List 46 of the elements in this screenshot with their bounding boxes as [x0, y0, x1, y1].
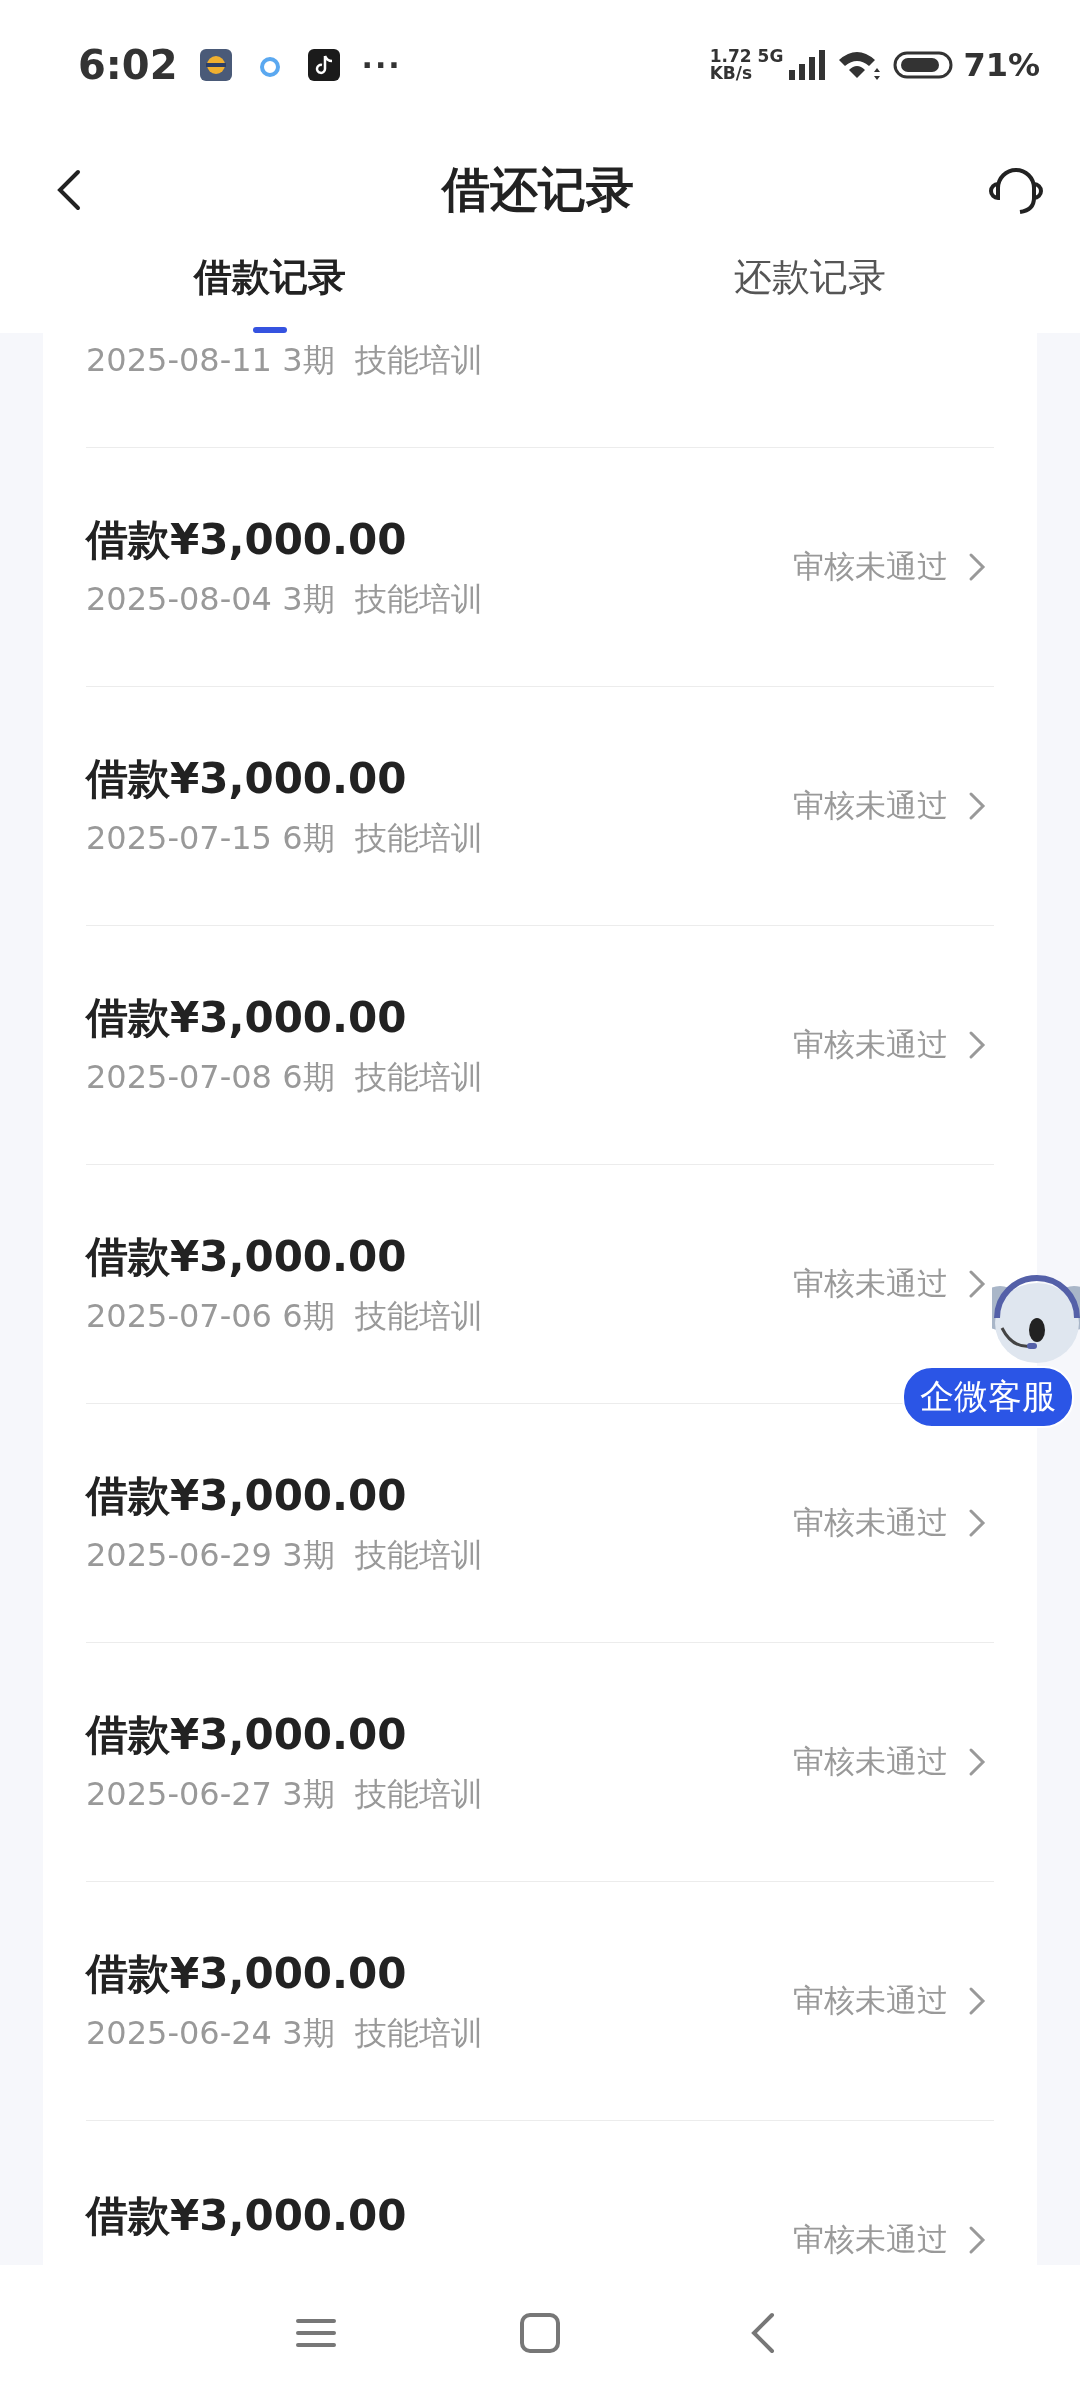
network-type: 5G: [757, 48, 784, 65]
battery-percentage: 71%: [963, 46, 1040, 84]
home-icon[interactable]: [518, 2310, 562, 2355]
chevron-right-icon[interactable]: [968, 552, 986, 582]
review-status: 审核未通过: [793, 1742, 948, 1781]
loan-details: 2025-06-24 3期 技能培训: [86, 2013, 483, 2054]
tab[interactable]: 借款记录: [0, 250, 540, 333]
review-status: 审核未通过: [793, 1264, 948, 1303]
page-title: 借还记录: [442, 160, 634, 219]
more-notifications: ···: [361, 47, 402, 83]
network-speed: 1.72: [709, 48, 752, 65]
chevron-right-icon[interactable]: [968, 791, 986, 821]
chevron-right-icon[interactable]: [968, 1030, 986, 1060]
loan-details: 2025-08-04 3期 技能培训: [86, 579, 483, 620]
review-status: 审核未通过: [793, 1025, 948, 1064]
chevron-right-icon[interactable]: [968, 1269, 986, 1299]
review-status: 审核未通过: [793, 786, 948, 825]
customer-service-button[interactable]: 企微客服: [902, 1366, 1074, 1428]
chevron-right-icon[interactable]: [968, 1747, 986, 1777]
loan-amount: 借款¥3,000.00: [86, 1470, 408, 1520]
review-status: 审核未通过: [793, 2220, 948, 2259]
loan-amount: 借款¥3,000.00: [86, 1231, 408, 1281]
chevron-right-icon[interactable]: [968, 2225, 986, 2255]
loan-amount: 借款¥3,000.00: [86, 753, 408, 803]
review-status: 审核未通过: [793, 1503, 948, 1542]
loan-details: 2025-07-06 6期 技能培训: [86, 1296, 483, 1337]
tab[interactable]: 还款记录: [540, 250, 1080, 333]
loan-details: 2025-07-15 6期 技能培训: [86, 818, 483, 859]
loan-details: 2025-06-27 3期 技能培训: [86, 1774, 483, 1815]
loan-details: 2025-07-08 6期 技能培训: [86, 1057, 483, 1098]
clock: 6:02: [78, 42, 178, 88]
loan-amount: 借款¥3,000.00: [86, 1709, 408, 1759]
review-status: 审核未通过: [793, 547, 948, 586]
loan-amount: 借款¥3,000.00: [86, 514, 408, 564]
loan-amount: 借款¥3,000.00: [86, 1948, 408, 1998]
speed-unit: KB/s: [709, 65, 753, 82]
chevron-right-icon[interactable]: [968, 1986, 986, 2016]
loan-details: 2025-06-29 3期 技能培训: [86, 1535, 483, 1576]
music-note-icon: [307, 49, 340, 81]
signal-icon: [787, 48, 828, 82]
loan-details: 2025-08-11 3期 技能培训: [86, 340, 483, 381]
chevron-right-icon[interactable]: [968, 1508, 986, 1538]
loan-amount: 借款¥3,000.00: [86, 992, 408, 1042]
review-status: 审核未通过: [793, 1981, 948, 2020]
loan-amount: 借款¥3,000.00: [86, 2190, 407, 2240]
app-icon: [199, 49, 232, 81]
